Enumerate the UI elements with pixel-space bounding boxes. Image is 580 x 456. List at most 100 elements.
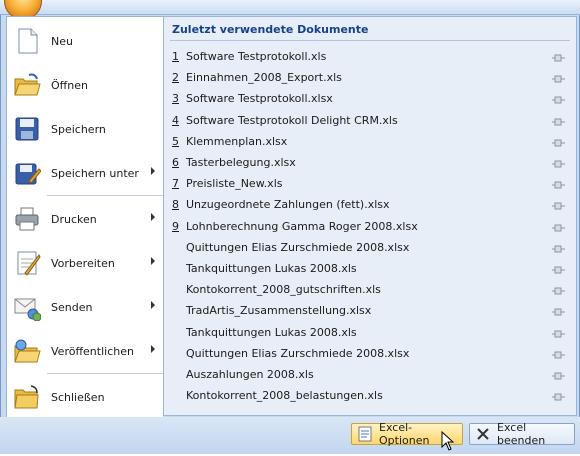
recent-document-item[interactable]: 5 Klemmenplan.xlsx: [164, 131, 576, 152]
pin-icon[interactable]: [552, 264, 566, 274]
exit-excel-button[interactable]: Excel beenden: [469, 421, 575, 447]
recent-document-name: Klemmenplan.xlsx: [186, 134, 288, 148]
recent-document-name: Tankquittungen Lukas 2008.xls: [186, 262, 357, 275]
menu-item-label: Speichern unter: [51, 166, 139, 180]
menu-item-label: Öffnen: [51, 78, 88, 92]
pin-icon[interactable]: [552, 306, 566, 316]
pin-icon[interactable]: [552, 200, 566, 210]
pin-icon[interactable]: [552, 94, 566, 104]
menu-item-publish[interactable]: Veröffentlichen: [7, 331, 163, 371]
submenu-arrow-icon: [151, 213, 155, 221]
recent-document-number: 6: [172, 156, 179, 169]
recent-document-name: Preisliste_New.xls: [186, 177, 283, 191]
recent-document-item[interactable]: Kontokorrent_2008_belastungen.xls: [164, 385, 576, 406]
recent-document-name: Software Testprotokoll.xlsx: [186, 92, 333, 106]
submenu-arrow-icon: [151, 345, 155, 353]
recent-document-item[interactable]: 9 Lohnberechnung Gamma Roger 2008.xlsx: [164, 216, 576, 237]
save-as-icon: [13, 159, 42, 187]
menu-item-label: Vorbereiten: [51, 256, 115, 270]
header-divider: [170, 40, 570, 41]
menu-separator: [47, 373, 163, 374]
pin-icon[interactable]: [552, 285, 566, 295]
pin-icon[interactable]: [552, 349, 566, 359]
recent-document-number: 3: [172, 92, 179, 106]
printer-icon: [13, 205, 41, 233]
recent-document-name: Software Testprotokoll.xls: [186, 50, 327, 63]
recent-document-name: Quittungen Elias Zurschmiede 2008.xlsx: [186, 240, 410, 254]
recent-document-item[interactable]: Auszahlungen 2008.xls: [164, 364, 576, 385]
pin-icon[interactable]: [552, 158, 566, 168]
menu-item-label: Neu: [51, 34, 73, 48]
menu-item-label: Drucken: [51, 212, 97, 226]
recent-document-name: Kontokorrent_2008_gutschriften.xls: [186, 283, 381, 297]
recent-document-number: 7: [172, 177, 179, 191]
menu-footer: Excel-Optionen Excel beenden: [0, 417, 580, 454]
recent-document-number: 8: [172, 198, 179, 212]
recent-documents-header: Zuletzt verwendete Dokumente: [172, 23, 369, 36]
prepare-icon: [13, 249, 41, 277]
recent-document-name: Auszahlungen 2008.xls: [186, 368, 314, 381]
pin-icon[interactable]: [552, 243, 566, 253]
submenu-arrow-icon: [151, 167, 155, 175]
recent-document-number: 4: [172, 113, 179, 127]
menu-item-save-as[interactable]: Speichern unter: [7, 153, 163, 193]
recent-document-item[interactable]: Kontokorrent_2008_gutschriften.xls: [164, 279, 576, 300]
recent-document-number: 9: [172, 219, 179, 233]
pin-icon[interactable]: [552, 391, 566, 401]
recent-document-number: 5: [172, 134, 179, 148]
recent-document-name: Unzugeordnete Zahlungen (fett).xlsx: [186, 198, 390, 212]
recent-document-name: Quittungen Elias Zurschmiede 2008.xlsx: [186, 346, 410, 360]
send-mail-icon: [13, 293, 42, 322]
menu-item-open[interactable]: Öffnen: [7, 65, 163, 105]
menu-separator: [47, 195, 163, 196]
pin-icon[interactable]: [552, 222, 566, 232]
pin-icon[interactable]: [552, 116, 566, 126]
pin-icon[interactable]: [552, 370, 566, 380]
menu-item-close[interactable]: Schließen: [7, 377, 163, 417]
recent-document-item[interactable]: 2 Einnahmen_2008_Export.xls: [164, 67, 576, 88]
open-folder-icon: [13, 71, 41, 99]
recent-document-name: Tasterbelegung.xlsx: [186, 156, 296, 169]
options-icon: [357, 426, 373, 442]
recent-document-item[interactable]: Tankquittungen Lukas 2008.xls: [164, 258, 576, 279]
menu-item-send[interactable]: Senden: [7, 287, 163, 327]
recent-documents-pane: Zuletzt verwendete Dokumente 1 Software T…: [163, 16, 577, 416]
publish-folder-icon: [13, 337, 41, 365]
recent-document-item[interactable]: Quittungen Elias Zurschmiede 2008.xlsx: [164, 237, 576, 258]
pin-icon[interactable]: [552, 328, 566, 338]
recent-document-item[interactable]: 3 Software Testprotokoll.xlsx: [164, 88, 576, 109]
menu-item-prepare[interactable]: Vorbereiten: [7, 243, 163, 283]
pin-icon[interactable]: [552, 137, 566, 147]
pin-icon[interactable]: [552, 73, 566, 83]
submenu-arrow-icon: [151, 257, 155, 265]
submenu-arrow-icon: [151, 301, 155, 309]
recent-document-item[interactable]: 1 Software Testprotokoll.xls: [164, 46, 576, 67]
title-strip: [0, 0, 580, 15]
recent-document-name: Tankquittungen Lukas 2008.xls: [186, 325, 357, 339]
close-x-icon: [475, 426, 491, 442]
save-disk-icon: [13, 115, 41, 143]
recent-document-item[interactable]: 7 Preisliste_New.xls: [164, 173, 576, 194]
menu-item-new[interactable]: Neu: [7, 21, 163, 61]
exit-excel-label: Excel beenden: [497, 421, 546, 447]
pin-icon[interactable]: [552, 179, 566, 189]
recent-document-item[interactable]: TradArtis_Zusammenstellung.xlsx: [164, 300, 576, 321]
recent-document-name: Einnahmen_2008_Export.xls: [186, 71, 342, 85]
close-folder-icon: [13, 383, 41, 411]
menu-item-print[interactable]: Drucken: [7, 199, 163, 239]
recent-document-item[interactable]: Tankquittungen Lukas 2008.xls: [164, 322, 576, 343]
recent-document-item[interactable]: 4 Software Testprotokoll Delight CRM.xls: [164, 110, 576, 131]
mouse-cursor-icon: [441, 430, 455, 453]
recent-document-name: TradArtis_Zusammenstellung.xlsx: [186, 304, 372, 318]
pin-icon[interactable]: [552, 52, 566, 62]
menu-item-label: Speichern: [51, 122, 106, 136]
recent-document-item[interactable]: Quittungen Elias Zurschmiede 2008.xlsx: [164, 343, 576, 364]
menu-item-label: Senden: [51, 300, 93, 314]
recent-document-item[interactable]: 8 Unzugeordnete Zahlungen (fett).xlsx: [164, 194, 576, 215]
office-menu-commands: Neu Öffnen Speichern Speichern unter Dru…: [6, 16, 163, 418]
recent-document-name: Lohnberechnung Gamma Roger 2008.xlsx: [186, 219, 418, 233]
recent-document-item[interactable]: 6 Tasterbelegung.xlsx: [164, 152, 576, 173]
recent-document-name: Software Testprotokoll Delight CRM.xls: [186, 113, 398, 127]
menu-item-save[interactable]: Speichern: [7, 109, 163, 149]
recent-document-number: 2: [172, 71, 179, 85]
